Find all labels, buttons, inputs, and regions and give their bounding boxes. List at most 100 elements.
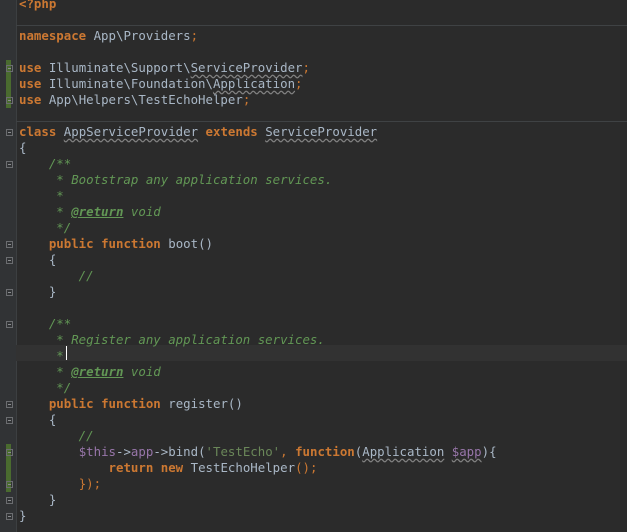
- namespace-name: App\Providers: [86, 28, 191, 43]
- keyword: use: [19, 76, 42, 91]
- php-open-tag: <?php: [19, 0, 57, 11]
- brace: {: [19, 252, 57, 267]
- doc-comment: */: [19, 380, 72, 395]
- fold-toggle-icon[interactable]: [6, 129, 13, 136]
- code-line[interactable]: * Register any application services.: [19, 332, 497, 348]
- code-line[interactable]: }: [19, 284, 497, 300]
- comment: //: [19, 428, 94, 443]
- doc-comment: *: [19, 364, 72, 379]
- doc-comment: /**: [19, 316, 72, 331]
- code-line[interactable]: {: [19, 412, 497, 428]
- semicolon: ;: [190, 28, 199, 43]
- brace: {: [19, 412, 57, 427]
- keyword: function: [101, 236, 161, 251]
- doc-comment: *: [19, 204, 72, 219]
- code-line[interactable]: [19, 300, 497, 316]
- property: app: [130, 444, 154, 459]
- code-line[interactable]: return new TestEchoHelper();: [19, 460, 497, 476]
- code-line[interactable]: /**: [19, 316, 497, 332]
- code-line[interactable]: * Bootstrap any application services.: [19, 172, 497, 188]
- class-name: ServiceProvider: [190, 60, 303, 75]
- fold-toggle-icon[interactable]: [6, 97, 13, 104]
- code-area[interactable]: <?php namespace App\Providers; use Illum…: [19, 0, 497, 524]
- parens: (): [198, 236, 213, 251]
- code-line[interactable]: *: [19, 348, 497, 364]
- code-line[interactable]: */: [19, 380, 497, 396]
- variable: $this: [78, 444, 116, 459]
- code-line[interactable]: //: [19, 268, 497, 284]
- code-editor[interactable]: <?php namespace App\Providers; use Illum…: [0, 0, 627, 532]
- code-line[interactable]: //: [19, 428, 497, 444]
- code-line[interactable]: class AppServiceProvider extends Service…: [19, 124, 497, 140]
- method-call: bind: [168, 444, 199, 459]
- code-line[interactable]: use App\Helpers\TestEchoHelper;: [19, 92, 497, 108]
- keyword: use: [19, 92, 42, 107]
- code-line[interactable]: [19, 108, 497, 124]
- import-path: Illuminate\Foundation\: [41, 76, 213, 91]
- fold-toggle-icon[interactable]: [6, 513, 13, 520]
- code-line[interactable]: */: [19, 220, 497, 236]
- class-name: Application: [212, 76, 296, 91]
- fold-toggle-icon[interactable]: [6, 497, 13, 504]
- code-line[interactable]: *: [19, 188, 497, 204]
- code-line[interactable]: {: [19, 252, 497, 268]
- code-line[interactable]: }: [19, 492, 497, 508]
- code-line[interactable]: });: [19, 476, 497, 492]
- string-literal: 'TestEcho': [205, 444, 281, 459]
- doc-tag: @return: [71, 204, 124, 219]
- code-line[interactable]: use Illuminate\Foundation\Application;: [19, 76, 497, 92]
- code-line[interactable]: }: [19, 508, 497, 524]
- fold-toggle-icon[interactable]: [6, 257, 13, 264]
- arrow: ->: [153, 444, 169, 459]
- code-line[interactable]: [19, 44, 497, 60]
- doc-comment: void: [123, 364, 161, 379]
- fold-toggle-icon[interactable]: [6, 321, 13, 328]
- code-line[interactable]: $this->app->bind('TestEcho', function(Ap…: [19, 444, 497, 460]
- fold-toggle-icon[interactable]: [6, 449, 13, 456]
- parameter: $app: [451, 444, 482, 459]
- method-name: boot: [168, 236, 199, 251]
- import-path: App\Helpers\TestEchoHelper: [41, 92, 243, 107]
- keyword: public: [19, 236, 94, 251]
- fold-toggle-icon[interactable]: [6, 417, 13, 424]
- fold-toggle-icon[interactable]: [6, 241, 13, 248]
- code-line[interactable]: /**: [19, 156, 497, 172]
- brace: {: [19, 140, 27, 155]
- doc-comment: /**: [19, 156, 72, 171]
- keyword: use: [19, 60, 42, 75]
- keyword: extends: [205, 124, 258, 139]
- arrow: ->: [116, 444, 131, 459]
- paren: (: [198, 444, 206, 459]
- code-line[interactable]: public function boot(): [19, 236, 497, 252]
- code-line[interactable]: [19, 12, 497, 28]
- keyword: new: [160, 460, 184, 475]
- fold-toggle-icon[interactable]: [6, 65, 13, 72]
- doc-comment: */: [19, 220, 72, 235]
- code-line[interactable]: namespace App\Providers;: [19, 28, 497, 44]
- semicolon: ;: [295, 76, 303, 91]
- code-line[interactable]: use Illuminate\Support\ServiceProvider;: [19, 60, 497, 76]
- keyword: namespace: [19, 28, 87, 43]
- comment: //: [19, 268, 94, 283]
- code-line[interactable]: public function register(): [19, 396, 497, 412]
- comma: ,: [280, 444, 296, 459]
- doc-comment: * Register any application services.: [19, 332, 325, 347]
- code-line[interactable]: * @return void: [19, 364, 497, 380]
- brace: }: [19, 492, 57, 507]
- doc-comment: *: [19, 348, 64, 363]
- fold-toggle-icon[interactable]: [6, 481, 13, 488]
- code-line[interactable]: {: [19, 140, 497, 156]
- keyword: class: [19, 124, 57, 139]
- semicolon: ;: [302, 60, 310, 75]
- fold-toggle-icon[interactable]: [6, 401, 13, 408]
- fold-toggle-icon[interactable]: [6, 161, 13, 168]
- fold-toggle-icon[interactable]: [6, 289, 13, 296]
- code-line[interactable]: * @return void: [19, 204, 497, 220]
- class-name: ServiceProvider: [265, 124, 378, 139]
- brace: }: [19, 508, 27, 523]
- doc-comment: *: [19, 188, 64, 203]
- code-line[interactable]: <?php: [19, 0, 497, 12]
